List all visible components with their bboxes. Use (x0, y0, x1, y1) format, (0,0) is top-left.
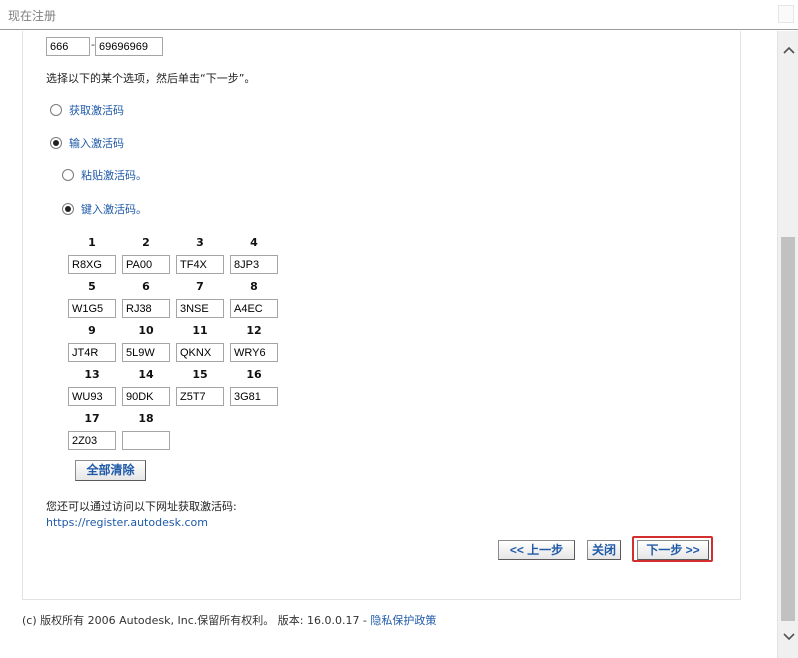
radio-type-code-label[interactable]: 键入激活码。 (81, 201, 147, 217)
activation-field-number: 14 (138, 368, 154, 381)
activation-field-input[interactable] (122, 255, 170, 274)
activation-field-number: 13 (84, 368, 100, 381)
clear-all-button[interactable]: 全部清除 (75, 460, 146, 481)
activation-field-input[interactable] (230, 343, 278, 362)
activation-field-input[interactable] (68, 299, 116, 318)
activation-field-number: 10 (138, 324, 154, 337)
radio-paste-code-indicator[interactable] (62, 169, 74, 181)
activation-field-number: 3 (196, 236, 204, 249)
radio-type-code[interactable]: 键入激活码。 (62, 201, 147, 217)
activation-field-number: 2 (142, 236, 150, 249)
activation-field-input[interactable] (68, 431, 116, 450)
content-area: - 选择以下的某个选项，然后单击“下一步”。 获取激活码 输入激活码 粘贴激活码… (0, 31, 777, 658)
radio-get-code-label[interactable]: 获取激活码 (69, 102, 124, 118)
copyright-text: (c) 版权所有 2006 Autodesk, Inc.保留所有权利。 版本: … (22, 614, 371, 627)
radio-get-code[interactable]: 获取激活码 (50, 102, 124, 118)
activation-field-input[interactable] (122, 343, 170, 362)
activation-field-number: 8 (250, 280, 258, 293)
window-control[interactable] (778, 5, 794, 23)
radio-paste-code-label[interactable]: 粘贴激活码。 (81, 167, 147, 183)
activation-field-number: 17 (84, 412, 100, 425)
chevron-down-icon[interactable] (778, 628, 798, 648)
activation-field-input[interactable] (176, 255, 224, 274)
radio-paste-code[interactable]: 粘贴激活码。 (62, 167, 147, 183)
privacy-policy-link[interactable]: 隐私保护政策 (370, 614, 436, 627)
footer: (c) 版权所有 2006 Autodesk, Inc.保留所有权利。 版本: … (22, 612, 436, 628)
activation-field-input[interactable] (68, 387, 116, 406)
activation-field-number: 9 (88, 324, 96, 337)
activation-field-input[interactable] (230, 255, 278, 274)
next-button[interactable]: 下一步 >> (637, 540, 709, 560)
activation-field-input[interactable] (176, 387, 224, 406)
back-button[interactable]: << 上一步 (498, 540, 575, 560)
activation-field-number: 4 (250, 236, 258, 249)
activation-field-number: 6 (142, 280, 150, 293)
window-title: 现在注册 (8, 9, 57, 23)
vertical-scrollbar[interactable] (777, 31, 798, 658)
close-button[interactable]: 关闭 (587, 540, 621, 560)
activation-field-number: 15 (192, 368, 208, 381)
radio-get-code-indicator[interactable] (50, 104, 62, 116)
activation-field-input[interactable] (230, 387, 278, 406)
radio-type-code-indicator[interactable] (62, 203, 74, 215)
activation-field-input[interactable] (68, 255, 116, 274)
activation-field-number: 12 (246, 324, 262, 337)
activation-field-input[interactable] (230, 299, 278, 318)
activation-field-number: 11 (192, 324, 208, 337)
radio-enter-code-label[interactable]: 输入激活码 (69, 135, 124, 151)
activation-field-input[interactable] (122, 299, 170, 318)
request-code-part2[interactable] (95, 37, 163, 56)
scroll-thumb[interactable] (781, 237, 795, 621)
activation-field-input[interactable] (176, 343, 224, 362)
activation-field-number: 5 (88, 280, 96, 293)
title-bar: 现在注册 (0, 0, 798, 30)
activation-field-input[interactable] (176, 299, 224, 318)
register-url-link[interactable]: https://register.autodesk.com (46, 516, 208, 529)
radio-enter-code-indicator[interactable] (50, 137, 62, 149)
activation-field-number: 1 (88, 236, 96, 249)
activation-field-number: 7 (196, 280, 204, 293)
chevron-up-icon[interactable] (778, 41, 798, 61)
activation-field-input[interactable] (122, 387, 170, 406)
activation-field-input[interactable] (122, 431, 170, 450)
url-note: 您还可以通过访问以下网址获取激活码: (46, 500, 237, 513)
activation-field-number: 18 (138, 412, 154, 425)
request-code-part1[interactable] (46, 37, 90, 56)
instruction-text: 选择以下的某个选项，然后单击“下一步”。 (46, 72, 256, 85)
activation-field-number: 16 (246, 368, 262, 381)
radio-enter-code[interactable]: 输入激活码 (50, 135, 124, 151)
activation-field-input[interactable] (68, 343, 116, 362)
